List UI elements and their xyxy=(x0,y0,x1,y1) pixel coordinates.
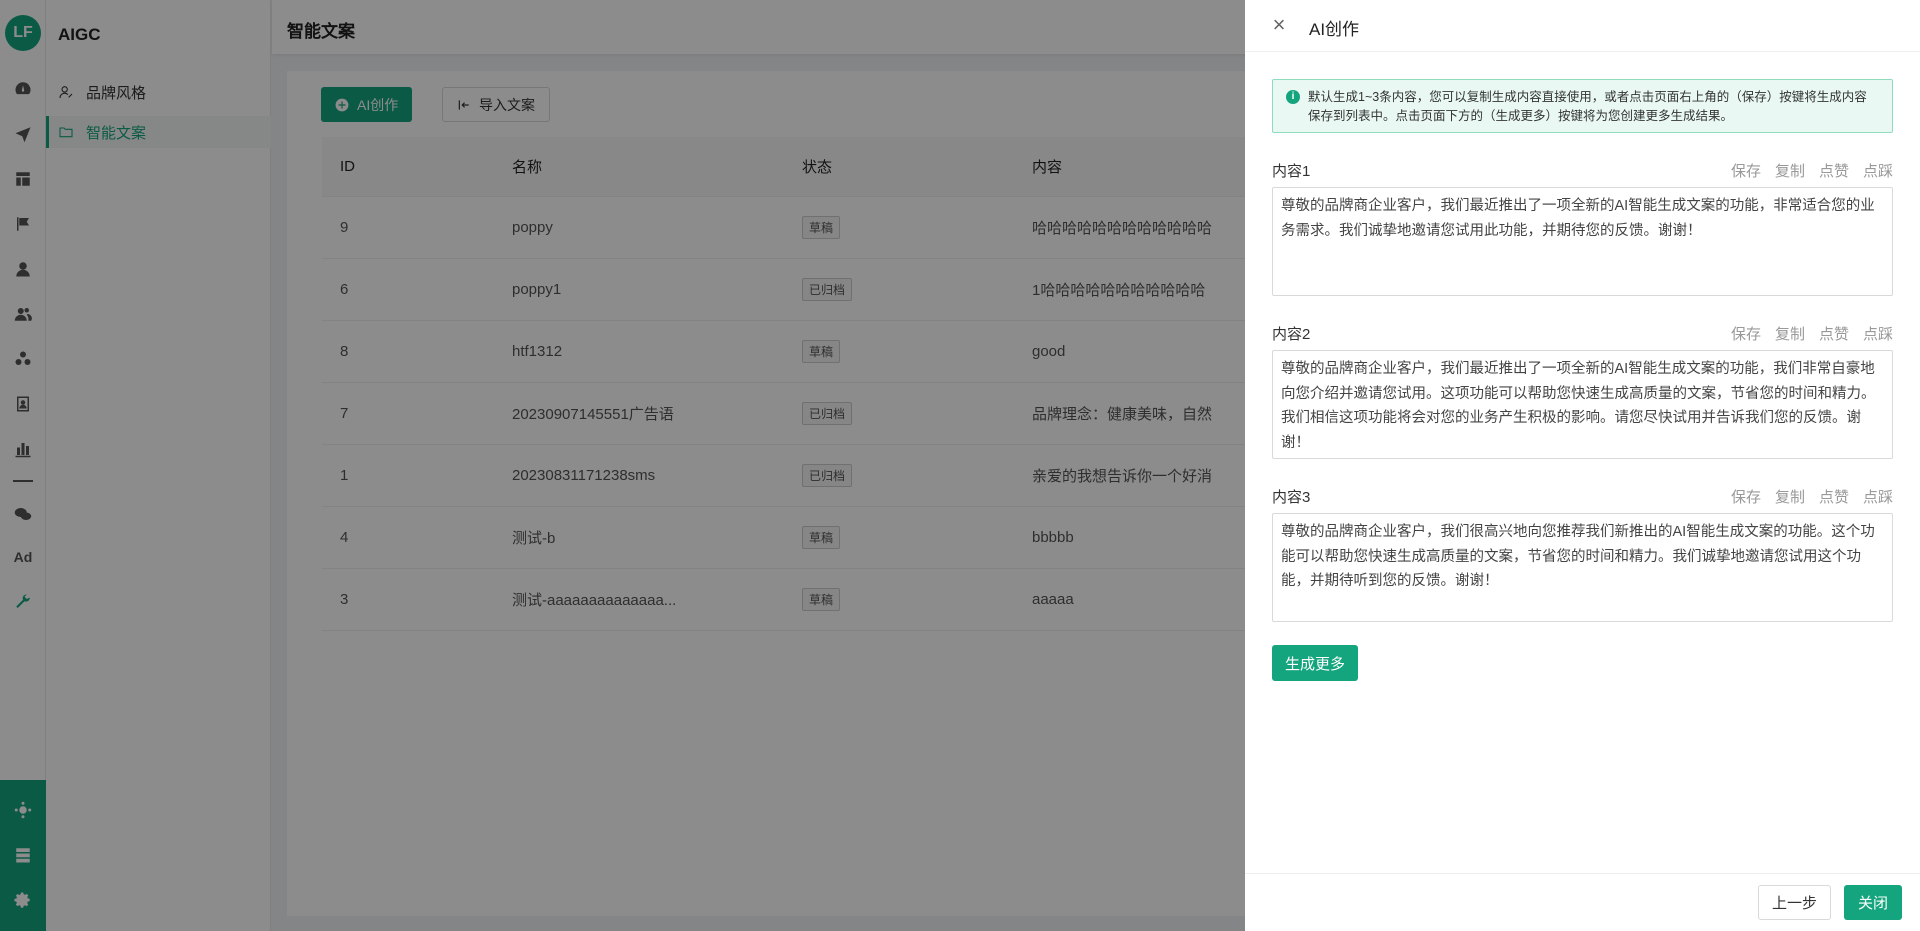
close-button[interactable]: 关闭 xyxy=(1844,885,1903,920)
dislike-action[interactable]: 点踩 xyxy=(1863,160,1893,181)
save-action[interactable]: 保存 xyxy=(1731,486,1761,507)
close-icon[interactable]: × xyxy=(1269,14,1289,36)
drawer-footer: 上一步 关闭 xyxy=(1245,873,1920,931)
like-action[interactable]: 点赞 xyxy=(1819,486,1849,507)
content-textarea[interactable]: 尊敬的品牌商企业客户，我们最近推出了一项全新的AI智能生成文案的功能，我们非常自… xyxy=(1272,350,1893,459)
like-action[interactable]: 点赞 xyxy=(1819,160,1849,181)
ai-create-drawer: × AI创作 i 默认生成1~3条内容，您可以复制生成内容直接使用，或者点击页面… xyxy=(1245,0,1920,931)
content-actions: 保存 复制 点赞 点踩 xyxy=(1731,323,1893,344)
info-icon: i xyxy=(1286,90,1300,104)
content-label: 内容2 xyxy=(1272,326,1311,343)
dislike-action[interactable]: 点踩 xyxy=(1863,486,1893,507)
notice-text: 默认生成1~3条内容，您可以复制生成内容直接使用，或者点击页面右上角的（保存）按… xyxy=(1308,90,1867,123)
copy-action[interactable]: 复制 xyxy=(1775,486,1805,507)
dislike-action[interactable]: 点踩 xyxy=(1863,323,1893,344)
info-notice: i 默认生成1~3条内容，您可以复制生成内容直接使用，或者点击页面右上角的（保存… xyxy=(1272,79,1893,133)
content-label: 内容1 xyxy=(1272,163,1311,180)
content-textarea[interactable]: 尊敬的品牌商企业客户，我们很高兴地向您推荐我们新推出的AI智能生成文案的功能。这… xyxy=(1272,513,1893,622)
copy-action[interactable]: 复制 xyxy=(1775,160,1805,181)
drawer-title: AI创作 xyxy=(1309,20,1360,39)
like-action[interactable]: 点赞 xyxy=(1819,323,1849,344)
content-actions: 保存 复制 点赞 点踩 xyxy=(1731,160,1893,181)
save-action[interactable]: 保存 xyxy=(1731,160,1761,181)
save-action[interactable]: 保存 xyxy=(1731,323,1761,344)
content-actions: 保存 复制 点赞 点踩 xyxy=(1731,486,1893,507)
previous-step-button[interactable]: 上一步 xyxy=(1758,885,1832,920)
generate-more-button[interactable]: 生成更多 xyxy=(1272,645,1359,681)
drawer-header: × AI创作 xyxy=(1245,0,1920,52)
copy-action[interactable]: 复制 xyxy=(1775,323,1805,344)
content-textarea[interactable]: 尊敬的品牌商企业客户，我们最近推出了一项全新的AI智能生成文案的功能，非常适合您… xyxy=(1272,187,1893,296)
content-label: 内容3 xyxy=(1272,489,1311,506)
